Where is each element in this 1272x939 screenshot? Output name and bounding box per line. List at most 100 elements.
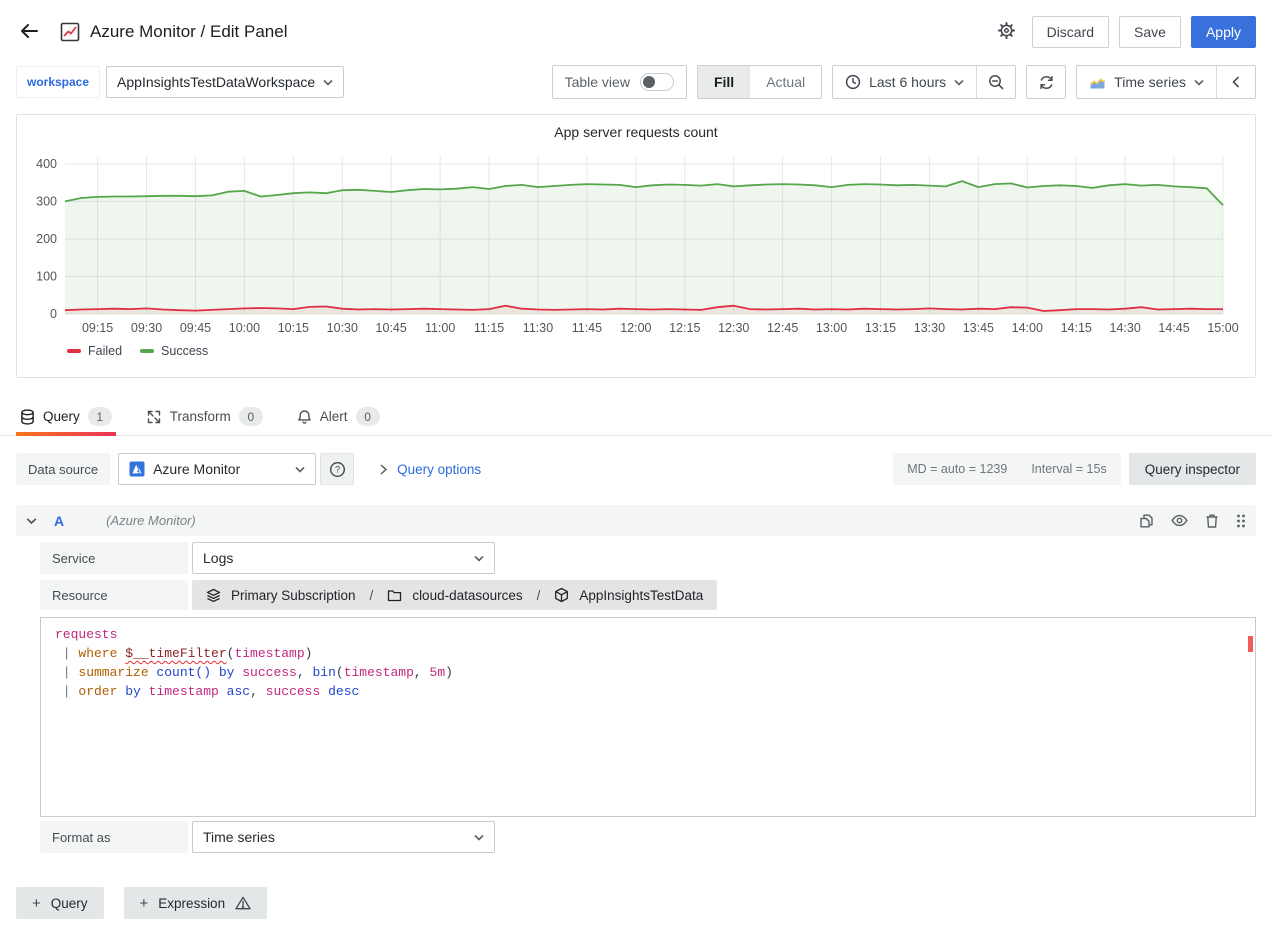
kql-query-editor[interactable]: requests | where $__timeFilter(timestamp…: [40, 617, 1256, 817]
chevron-down-icon: [474, 555, 484, 562]
svg-text:14:00: 14:00: [1012, 321, 1043, 335]
add-expression-button[interactable]: + Expression: [124, 887, 268, 919]
format-as-value: Time series: [203, 829, 275, 845]
resource-picker-button[interactable]: Primary Subscription / cloud-datasources…: [192, 580, 717, 610]
database-icon: [20, 409, 35, 425]
query-inspector-button[interactable]: Query inspector: [1129, 453, 1256, 485]
tab-label: Query: [43, 409, 80, 424]
query-footer: + Query + Expression: [0, 887, 1272, 919]
workspace-select[interactable]: AppInsightsTestDataWorkspace: [106, 66, 344, 98]
refresh-button[interactable]: [1027, 66, 1065, 98]
svg-text:09:15: 09:15: [82, 321, 113, 335]
service-select[interactable]: Logs: [192, 542, 495, 574]
alert-count-badge: 0: [356, 407, 380, 426]
svg-text:13:15: 13:15: [865, 321, 896, 335]
actual-option[interactable]: Actual: [750, 66, 821, 98]
svg-text:12:45: 12:45: [767, 321, 798, 335]
apply-button[interactable]: Apply: [1191, 16, 1256, 48]
legend-label: Success: [161, 344, 208, 358]
code-line: requests: [55, 625, 1241, 644]
query-editor-section: A (Azure Monitor): [16, 505, 1256, 853]
svg-text:14:45: 14:45: [1158, 321, 1189, 335]
settings-button[interactable]: [991, 15, 1022, 49]
chart-legend: Failed Success: [17, 340, 1255, 358]
layers-icon: [206, 588, 221, 603]
add-expression-label: Expression: [158, 896, 225, 911]
legend-label: Failed: [88, 344, 122, 358]
visualization-picker[interactable]: Time series: [1077, 66, 1216, 98]
chevron-down-icon: [295, 466, 305, 473]
chevron-down-icon: [474, 834, 484, 841]
collapse-options-pane-button[interactable]: [1217, 66, 1255, 98]
failed-series-swatch: [67, 349, 81, 353]
chart-panel: App server requests count 09:1509:3009:4…: [16, 114, 1256, 378]
path-separator: /: [366, 588, 378, 603]
success-series-swatch: [140, 349, 154, 353]
save-button[interactable]: Save: [1119, 16, 1181, 48]
tab-label: Alert: [320, 409, 348, 424]
datasource-value: Azure Monitor: [153, 461, 240, 477]
edit-panel-header: Azure Monitor / Edit Panel Discard Save …: [0, 0, 1272, 50]
svg-text:10:15: 10:15: [278, 321, 309, 335]
tab-label: Transform: [170, 409, 231, 424]
service-value: Logs: [203, 550, 233, 566]
zoom-out-time-button[interactable]: [977, 66, 1015, 98]
tab-transform[interactable]: Transform 0: [142, 401, 267, 435]
svg-text:15:00: 15:00: [1207, 321, 1238, 335]
query-row-header[interactable]: A (Azure Monitor): [16, 505, 1256, 536]
datasource-select[interactable]: Azure Monitor: [118, 453, 316, 485]
folder-icon: [387, 589, 402, 602]
hide-response-eye-icon[interactable]: [1171, 514, 1188, 527]
svg-text:14:15: 14:15: [1061, 321, 1092, 335]
code-line: | where $__timeFilter(timestamp): [55, 644, 1241, 663]
svg-text:11:15: 11:15: [474, 321, 504, 335]
query-options-toggle[interactable]: Query options: [380, 462, 481, 477]
refresh-icon: [1038, 74, 1055, 91]
chevron-right-icon: [380, 464, 387, 475]
svg-text:09:30: 09:30: [131, 321, 162, 335]
chevron-down-icon: [323, 79, 333, 86]
svg-text:10:30: 10:30: [327, 321, 358, 335]
fill-actual-segmented: Fill Actual: [697, 65, 822, 99]
format-as-select[interactable]: Time series: [192, 821, 495, 853]
code-line: | order by timestamp asc, success desc: [55, 682, 1241, 701]
workspace-select-value: AppInsightsTestDataWorkspace: [117, 74, 315, 90]
legend-item-failed[interactable]: Failed: [67, 344, 122, 358]
add-query-label: Query: [51, 896, 88, 911]
tab-query[interactable]: Query 1: [16, 401, 116, 435]
fill-option[interactable]: Fill: [698, 66, 750, 98]
panel-chart-icon: [60, 22, 80, 42]
datasource-bar: Data source Azure Monitor ? Query option…: [0, 436, 1272, 485]
chevron-left-icon: [1232, 76, 1240, 88]
back-button[interactable]: [16, 18, 42, 47]
drag-handle-icon[interactable]: [1236, 513, 1246, 529]
code-line: | summarize count() by success, bin(time…: [55, 663, 1241, 682]
timeseries-viz-icon: [1089, 75, 1106, 90]
svg-text:12:00: 12:00: [620, 321, 651, 335]
datasource-label: Data source: [16, 453, 110, 485]
query-datasource-hint: (Azure Monitor): [106, 513, 196, 528]
service-label: Service: [40, 542, 188, 574]
chevron-down-icon[interactable]: [26, 517, 37, 525]
svg-text:13:00: 13:00: [816, 321, 847, 335]
tab-alert[interactable]: Alert 0: [293, 401, 384, 435]
svg-text:?: ?: [334, 464, 339, 475]
interval-info: Interval = 15s: [1031, 462, 1106, 476]
svg-text:10:45: 10:45: [376, 321, 407, 335]
delete-query-trash-icon[interactable]: [1205, 513, 1219, 529]
resource-subscription: Primary Subscription: [231, 588, 356, 603]
duplicate-query-icon[interactable]: [1139, 513, 1154, 529]
datasource-help-button[interactable]: ?: [320, 453, 354, 485]
svg-text:11:30: 11:30: [523, 321, 553, 335]
discard-button[interactable]: Discard: [1032, 16, 1109, 48]
format-as-row: Format as Time series: [40, 821, 1256, 853]
timeseries-chart[interactable]: 09:1509:3009:4510:0010:1510:3010:4511:00…: [17, 148, 1255, 340]
add-query-button[interactable]: + Query: [16, 887, 104, 919]
legend-item-success[interactable]: Success: [140, 344, 208, 358]
svg-text:11:00: 11:00: [425, 321, 455, 335]
table-view-toggle[interactable]: [640, 73, 674, 91]
svg-text:0: 0: [50, 307, 57, 321]
time-range-picker[interactable]: Last 6 hours: [833, 66, 976, 98]
question-circle-icon: ?: [329, 461, 346, 478]
transform-icon: [146, 409, 162, 425]
